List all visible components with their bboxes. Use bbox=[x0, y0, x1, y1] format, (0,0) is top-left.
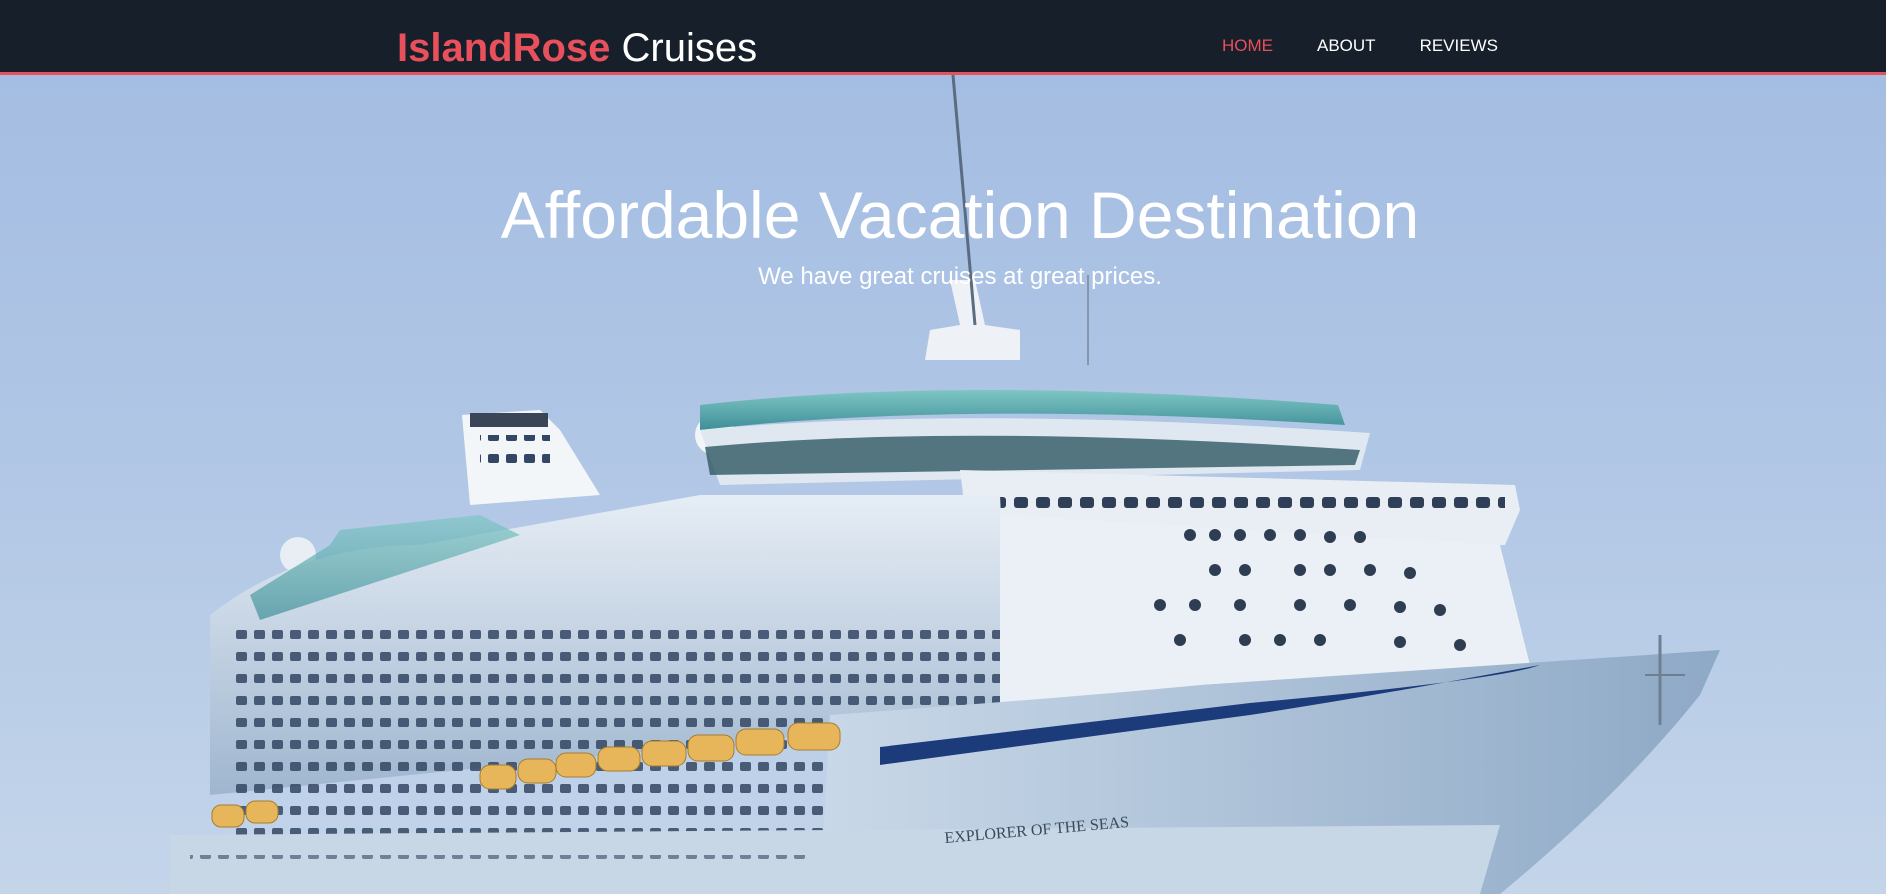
hero-subtitle: We have great cruises at great prices. bbox=[758, 263, 1162, 290]
brand-logo[interactable]: IslandRose Cruises bbox=[397, 25, 757, 71]
hero-title: Affordable Vacation Destination bbox=[500, 178, 1420, 252]
brand-name-secondary: Cruises bbox=[621, 26, 758, 70]
navbar: IslandRose Cruises HOME ABOUT REVIEWS bbox=[0, 0, 1886, 75]
hero-section: EXPLORER OF THE SEAS Affordable Vacation… bbox=[0, 75, 1886, 894]
nav-item-about[interactable]: ABOUT bbox=[1317, 36, 1376, 56]
main-nav: HOME ABOUT REVIEWS bbox=[1222, 36, 1542, 56]
nav-item-reviews[interactable]: REVIEWS bbox=[1420, 36, 1498, 56]
nav-item-home[interactable]: HOME bbox=[1222, 36, 1273, 56]
brand-name-primary: IslandRose bbox=[397, 26, 611, 70]
